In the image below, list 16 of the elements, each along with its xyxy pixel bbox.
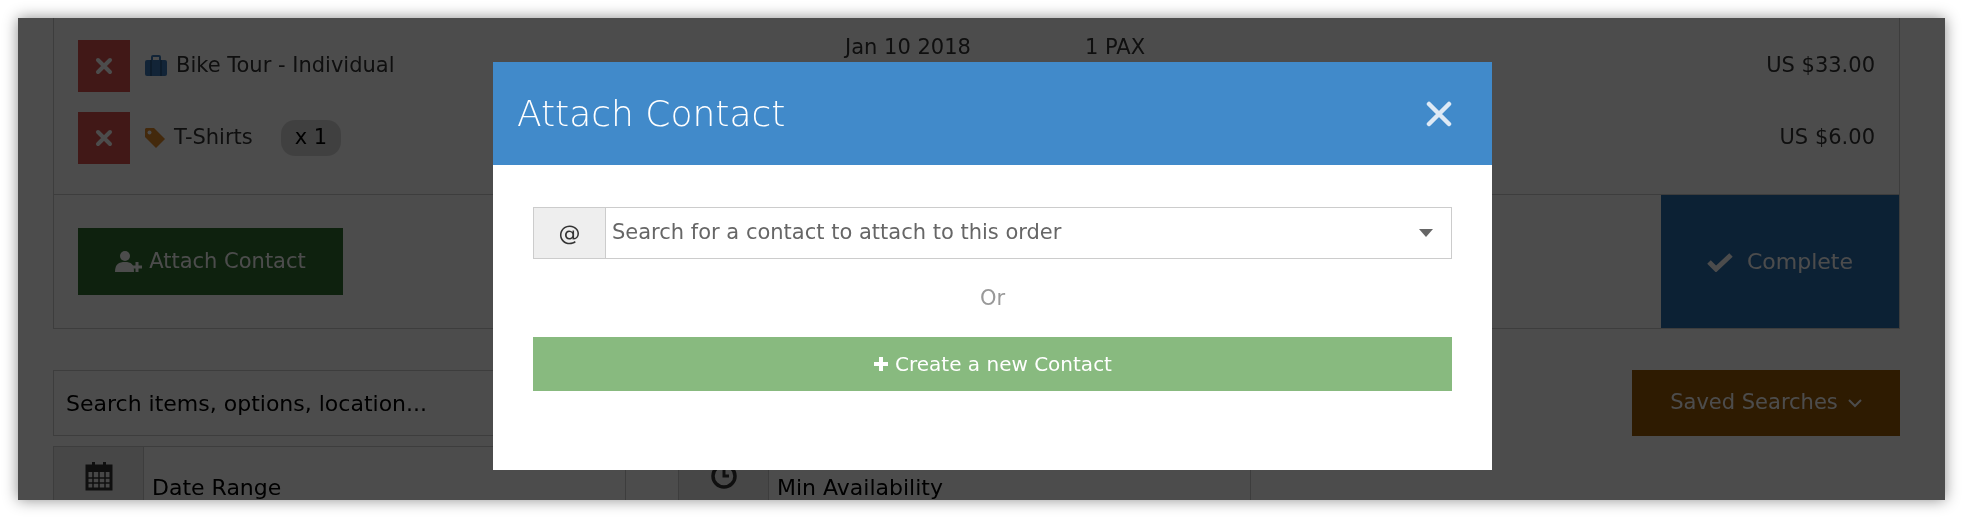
at-sign: @ bbox=[558, 219, 581, 248]
close-icon bbox=[1426, 100, 1452, 127]
create-contact-button[interactable]: Create a new Contact bbox=[533, 336, 1452, 391]
contact-search-placeholder: Search for a contact to attach to this order bbox=[612, 219, 1063, 247]
caret-icon bbox=[1419, 229, 1433, 237]
item-price: US $33.00 bbox=[1766, 52, 1875, 80]
item-name: T-Shirts bbox=[174, 124, 253, 152]
close-button[interactable] bbox=[1426, 100, 1452, 127]
plus-icon bbox=[873, 355, 890, 372]
item-quantity: 1 PAX bbox=[1085, 35, 1146, 59]
item-date: Jan 10 2018 bbox=[845, 35, 971, 59]
contact-search-dropdown[interactable]: @ Search for a contact to attach to this order bbox=[533, 207, 1452, 259]
modal-title: Attach Contact bbox=[517, 91, 786, 136]
item-name: Bike Tour - Individual bbox=[176, 52, 395, 80]
separator-text: Or bbox=[978, 285, 1007, 312]
item-price: US $6.00 bbox=[1779, 124, 1875, 152]
